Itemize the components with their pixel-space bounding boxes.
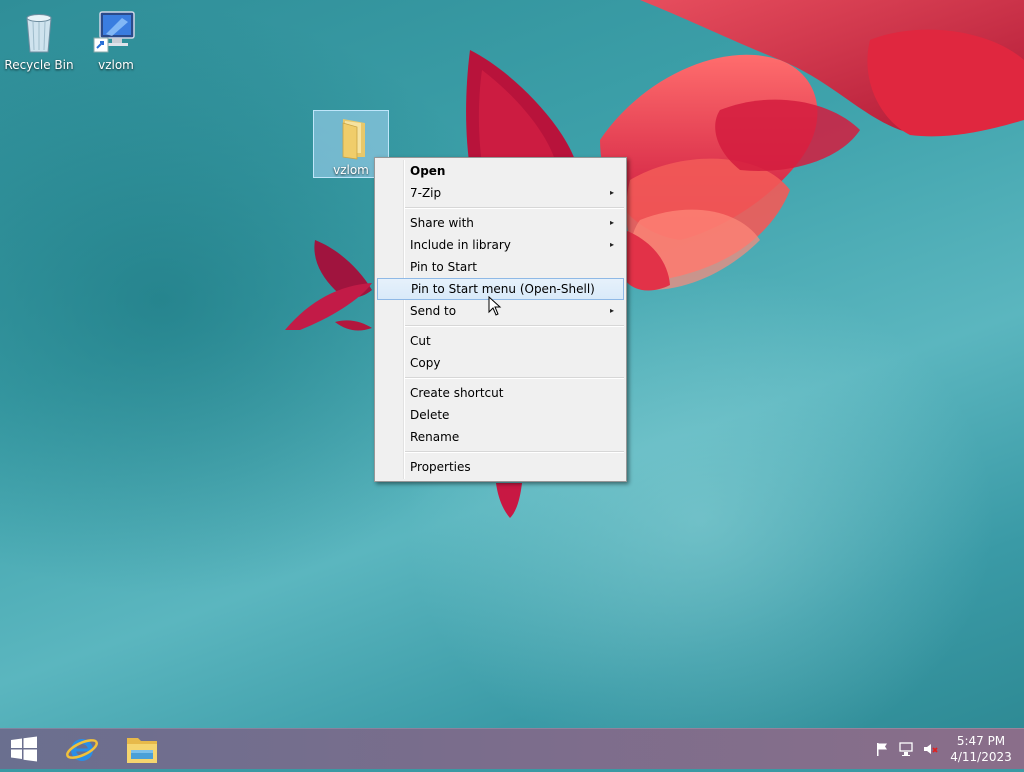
menu-item-include-in-library[interactable]: Include in library ▸ — [377, 234, 624, 256]
menu-item-copy[interactable]: Copy — [377, 352, 624, 374]
recycle-bin-shortcut[interactable]: Recycle Bin — [1, 8, 77, 72]
recycle-bin-icon — [15, 8, 63, 56]
clock-time: 5:47 PM — [956, 734, 1006, 748]
menu-item-open[interactable]: Open — [377, 160, 624, 182]
computer-shortcut-icon — [92, 8, 140, 56]
menu-item-rename[interactable]: Rename — [377, 426, 624, 448]
volume-muted-icon[interactable] — [922, 741, 938, 757]
menu-item-cut[interactable]: Cut — [377, 330, 624, 352]
folder-icon — [327, 113, 375, 161]
action-center-flag-icon[interactable] — [874, 741, 890, 757]
menu-item-label: Send to — [410, 304, 457, 318]
computer-shortcut-label: vzlom — [98, 58, 134, 72]
menu-item-properties[interactable]: Properties — [377, 456, 624, 478]
menu-separator — [405, 377, 624, 379]
menu-item-label: Pin to Start — [410, 260, 477, 274]
menu-item-label: Pin to Start menu (Open-Shell) — [411, 282, 595, 296]
menu-item-share-with[interactable]: Share with ▸ — [377, 212, 624, 234]
menu-separator — [405, 451, 624, 453]
network-icon[interactable] — [898, 741, 914, 757]
internet-explorer-icon — [66, 739, 98, 761]
menu-item-label: Rename — [410, 430, 460, 444]
menu-item-create-shortcut[interactable]: Create shortcut — [377, 382, 624, 404]
menu-item-label: Copy — [410, 356, 441, 370]
context-menu: Open 7-Zip ▸ Share with ▸ Include in lib… — [374, 157, 627, 482]
menu-item-label: Share with — [410, 216, 474, 230]
submenu-arrow-icon: ▸ — [609, 306, 614, 315]
submenu-arrow-icon: ▸ — [609, 218, 614, 227]
menu-separator — [405, 325, 624, 327]
mouse-cursor-icon — [488, 296, 502, 316]
menu-item-label: Cut — [410, 334, 431, 348]
menu-item-7zip[interactable]: 7-Zip ▸ — [377, 182, 624, 204]
computer-shortcut[interactable]: vzlom — [78, 8, 154, 72]
menu-item-delete[interactable]: Delete — [377, 404, 624, 426]
menu-item-label: Open — [410, 164, 446, 178]
file-explorer-icon — [127, 738, 157, 763]
menu-item-label: Delete — [410, 408, 450, 422]
menu-item-pin-to-start[interactable]: Pin to Start — [377, 256, 624, 278]
menu-item-label: 7-Zip — [410, 186, 442, 200]
windows-start-icon — [11, 736, 37, 762]
clock-date: 4/11/2023 — [950, 750, 1012, 764]
menu-item-label: Properties — [410, 460, 471, 474]
file-explorer-taskbar-button[interactable] — [118, 729, 166, 769]
submenu-arrow-icon: ▸ — [609, 188, 614, 197]
taskbar-clock[interactable]: 5:47 PM 4/11/2023 — [946, 733, 1016, 765]
internet-explorer-taskbar-button[interactable] — [58, 729, 106, 769]
submenu-arrow-icon: ▸ — [609, 240, 614, 249]
taskbar: 5:47 PM 4/11/2023 — [0, 728, 1024, 769]
menu-item-label: Include in library — [410, 238, 511, 252]
menu-separator — [405, 207, 624, 209]
menu-item-label: Create shortcut — [410, 386, 504, 400]
start-button[interactable] — [0, 729, 48, 769]
recycle-bin-label: Recycle Bin — [4, 58, 74, 72]
